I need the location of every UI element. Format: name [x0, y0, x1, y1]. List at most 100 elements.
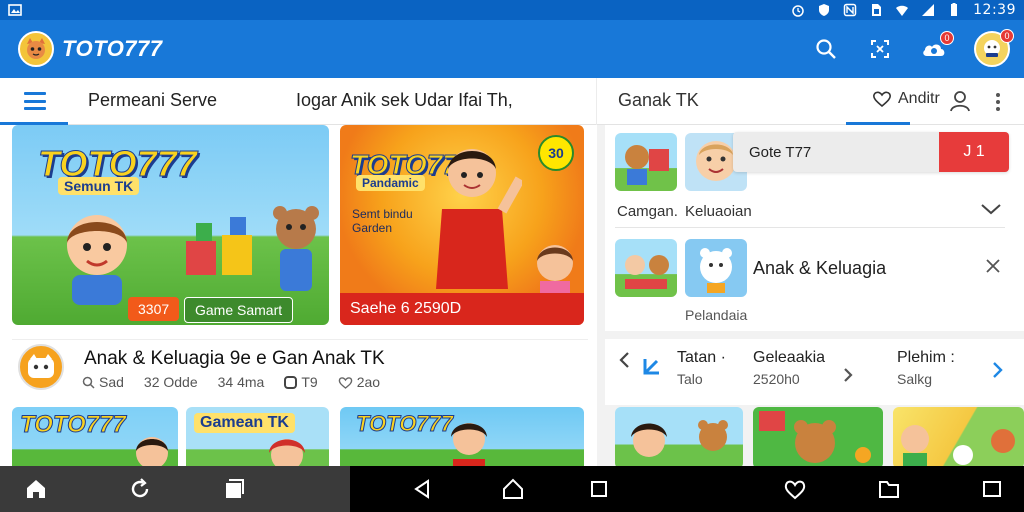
window-icon[interactable]	[222, 477, 246, 501]
toast-text: Gote T77	[749, 143, 812, 161]
menu-icon-line	[24, 107, 46, 110]
dog-illustration	[625, 145, 669, 185]
banner-count-badge[interactable]: 3307	[128, 297, 180, 321]
category-column[interactable]: Tatan · Talo	[677, 349, 726, 387]
recommendation-thumbnail[interactable]	[615, 133, 677, 191]
meta-search-label: Sad	[99, 374, 124, 390]
channel-info-row[interactable]: Anak & Keluagia 9e e Gan Anak TK Sad 32 …	[12, 339, 588, 401]
bear-illustration	[759, 411, 871, 463]
search-icon	[82, 376, 95, 389]
game-smart-button[interactable]: Game Samart	[184, 297, 294, 323]
close-icon[interactable]	[984, 257, 1002, 275]
section-title: Anak & Keluagia	[753, 258, 887, 278]
dot	[996, 93, 1000, 97]
cloud-notification-button[interactable]: 0	[920, 31, 954, 63]
chevron-left-icon[interactable]	[617, 351, 631, 369]
cat-logo-icon[interactable]	[18, 31, 54, 67]
tab-permeani-serve[interactable]: Permeani Serve	[88, 90, 217, 111]
channel-title: Anak & Keluagia 9e e Gan Anak TK	[84, 348, 385, 369]
category-arrow-icon[interactable]	[641, 355, 663, 377]
menu-icon-line	[24, 92, 46, 95]
meta-like[interactable]: 2ao	[338, 374, 380, 390]
chevron-right-icon[interactable]	[991, 361, 1005, 379]
channel-avatar[interactable]	[18, 344, 64, 390]
video-thumbnail[interactable]	[893, 407, 1024, 466]
card-label: Camgan.	[617, 203, 678, 220]
kid-red-shirt-illustration	[436, 149, 522, 289]
left-pane: TOTO777 Semun TK 3307 Game Samart TOTO77…	[0, 125, 596, 466]
dot	[996, 107, 1000, 111]
category-sub: Talo	[677, 371, 703, 387]
chevron-down-icon[interactable]	[980, 203, 1002, 215]
alarm-icon	[792, 5, 804, 17]
refresh-icon[interactable]	[128, 477, 152, 501]
home-icon[interactable]	[24, 477, 48, 501]
featured-banner-2[interactable]: TOTO777 Pandamic 30 Semt bindu Garden Sa…	[340, 125, 584, 325]
back-icon[interactable]	[410, 477, 434, 501]
channel-meta: Sad 32 Odde 34 4ma T9 2ao	[82, 374, 380, 390]
person-icon[interactable]	[948, 89, 972, 113]
tab-iogar-anik[interactable]: Iogar Anik sek Udar Ifai Th,	[296, 90, 513, 111]
notification-badge: 0	[940, 31, 954, 45]
section-caption: Pelandaia	[685, 307, 748, 323]
video-thumbnail[interactable]	[753, 407, 883, 466]
category-column[interactable]: Geleaakia 2520h0	[753, 349, 825, 387]
status-bar: 12:39	[0, 0, 1024, 20]
system-nav-bar	[0, 466, 1024, 512]
account-avatar[interactable]: 0	[974, 29, 1014, 67]
more-options-button[interactable]	[990, 90, 1006, 114]
banner-side-line-2: Garden	[352, 221, 393, 235]
stop-icon	[284, 375, 298, 389]
signal-icon	[922, 4, 935, 16]
app-title: TOTO777	[62, 36, 163, 61]
meta-search[interactable]: Sad	[82, 374, 124, 390]
video-thumbnail[interactable]: TOTO777	[340, 407, 584, 466]
notification-toast[interactable]: Gote T77 J 1	[733, 132, 1009, 172]
category-sub: 2520h0	[753, 371, 800, 387]
folder-icon[interactable]	[877, 477, 901, 501]
tab-bar: Permeani Serve Iogar Anik sek Udar Ifai …	[0, 78, 1024, 125]
wifi-icon	[896, 5, 909, 16]
favorite-tab[interactable]: Anditr	[872, 90, 940, 108]
video-thumbnail[interactable]: TOTO777	[12, 407, 178, 466]
battery-icon	[951, 3, 958, 16]
favorite-tab-label: Anditr	[898, 90, 940, 107]
blocks-illustration	[186, 217, 252, 275]
pane-divider	[596, 78, 597, 125]
meta-stop-label: T9	[301, 374, 318, 390]
cast-button[interactable]	[866, 35, 894, 63]
meta-stop[interactable]: T9	[284, 374, 318, 390]
heart-icon[interactable]	[783, 477, 807, 501]
video-thumbnail[interactable]	[615, 407, 743, 466]
menu-button[interactable]	[24, 92, 46, 110]
heart-icon	[338, 376, 352, 389]
recents-icon[interactable]	[587, 477, 611, 501]
image-notification-icon	[8, 4, 22, 16]
square-icon[interactable]	[980, 477, 1004, 501]
recommendation-thumbnail[interactable]	[615, 239, 677, 297]
featured-banner-1[interactable]: TOTO777 Semun TK 3307 Game Samart	[12, 125, 329, 325]
kid-bear-illustration	[631, 420, 728, 457]
recommendation-thumbnail[interactable]	[685, 239, 747, 297]
search-button[interactable]	[812, 35, 840, 63]
avatar-badge: 0	[1000, 29, 1014, 43]
nav-bar-left	[0, 466, 350, 512]
tab-ganak-tk[interactable]: Ganak TK	[618, 90, 699, 111]
small-kid-illustration	[537, 245, 573, 295]
kid-illustration	[451, 423, 487, 466]
toast-action-button[interactable]: J 1	[939, 132, 1009, 172]
chevron-right-icon[interactable]	[843, 367, 853, 383]
meta-like-label: 2ao	[356, 374, 381, 390]
category-title: Tatan ·	[677, 349, 726, 366]
kids-illustration	[901, 425, 1015, 466]
recommendation-card: Gote T77 J 1 Camgan. Keluaoian Anak & Ke…	[605, 125, 1024, 331]
home-icon[interactable]	[501, 477, 525, 501]
right-pane: Gote T77 J 1 Camgan. Keluaoian Anak & Ke…	[597, 125, 1024, 466]
status-time: 12:39	[973, 2, 1016, 18]
kid-illustration	[67, 215, 127, 305]
heart-icon	[873, 91, 891, 108]
category-title: Plehim :	[897, 349, 955, 366]
category-column[interactable]: Plehim : Salkg	[897, 349, 955, 387]
video-thumbnail[interactable]: Gamean TK	[186, 407, 329, 466]
screen: 12:39 TOTO777 0 0 Permeani Serve Iogar A…	[0, 0, 1024, 512]
